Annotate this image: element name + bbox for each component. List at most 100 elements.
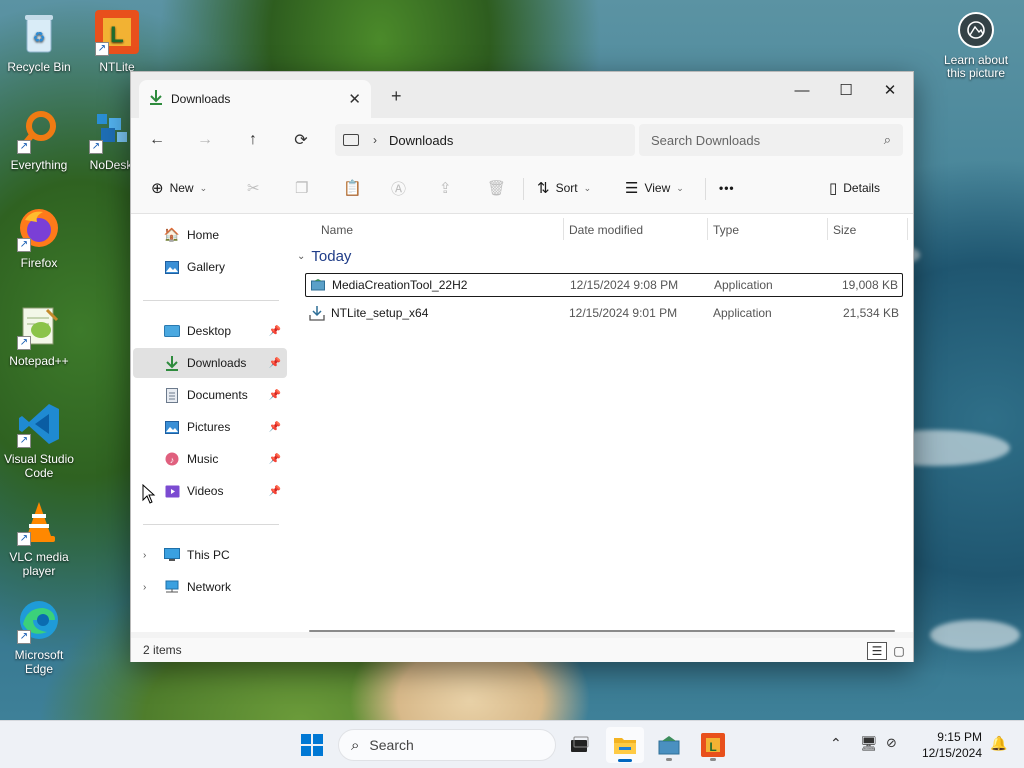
taskbar: ⌕ Search L ⌃ 🖥 ⊘ 9:15 PM 12/15/2024 🔔 <box>0 720 1024 768</box>
sort-button[interactable]: ⇅ Sort ⌄ <box>537 174 591 202</box>
svg-text:♪: ♪ <box>170 455 175 465</box>
view-button[interactable]: ☰ View ⌄ <box>625 174 684 202</box>
sidebar-item-network[interactable]: › Network <box>133 572 287 602</box>
column-divider[interactable] <box>827 218 828 240</box>
sidebar-item-documents[interactable]: Documents 📌 <box>133 380 287 410</box>
sidebar-item-home[interactable]: 🏠 Home <box>133 220 287 250</box>
column-divider[interactable] <box>707 218 708 240</box>
active-indicator <box>618 759 632 762</box>
desktop-icon-vlc[interactable]: ↗ VLC media player <box>0 498 78 578</box>
desktop-icon-label: VLC media player <box>9 550 69 578</box>
wallpaper-wave <box>930 620 1020 650</box>
column-divider[interactable] <box>563 218 564 240</box>
desktop-icon-edge[interactable]: ↗ Microsoft Edge <box>0 596 78 676</box>
delete-button[interactable]: 🗑 <box>487 174 512 202</box>
learn-about-picture[interactable]: Learn about this picture <box>936 12 1016 80</box>
network-status-icon[interactable]: 🖥 <box>860 735 878 752</box>
tiles-view-icon[interactable]: ▢ <box>889 642 909 660</box>
more-options-button[interactable]: ••• <box>719 174 735 202</box>
pin-icon[interactable]: 📌 <box>269 390 281 401</box>
desktop-icon-ntlite[interactable]: L ↗ NTLite <box>78 8 156 74</box>
sidebar-item-label: This PC <box>187 548 230 562</box>
file-type: Application <box>714 278 773 292</box>
sidebar-item-gallery[interactable]: Gallery <box>133 252 287 282</box>
start-button[interactable] <box>293 727 331 763</box>
task-view-button[interactable] <box>560 727 598 763</box>
share-button[interactable]: ⇪ <box>439 174 458 202</box>
desktop-icon-firefox[interactable]: ↗ Firefox <box>0 204 78 270</box>
shortcut-arrow-icon: ↗ <box>17 434 31 448</box>
sidebar-item-downloads[interactable]: Downloads 📌 <box>133 348 287 378</box>
sidebar-item-label: Network <box>187 580 232 594</box>
forward-arrow-icon[interactable]: → <box>193 128 217 152</box>
sidebar-separator <box>143 524 279 525</box>
pin-icon[interactable]: 📌 <box>269 454 281 465</box>
desktop-icon-everything[interactable]: ↗ Everything <box>0 106 78 172</box>
pin-icon[interactable]: 📌 <box>269 486 281 497</box>
system-clock[interactable]: 9:15 PM 12/15/2024 <box>914 729 982 761</box>
column-header-type[interactable]: Type <box>713 218 739 242</box>
rename-button[interactable]: Ⓐ <box>391 174 412 202</box>
taskbar-ntlite[interactable]: L <box>694 727 732 763</box>
close-button[interactable]: ✕ <box>867 76 913 104</box>
view-label: View <box>644 181 671 195</box>
tab-downloads[interactable]: Downloads ✕ <box>139 80 371 118</box>
up-arrow-icon[interactable]: ↑ <box>241 128 265 152</box>
column-header-size[interactable]: Size <box>833 218 856 242</box>
sidebar-item-label: Pictures <box>187 420 231 434</box>
taskbar-media-creation-tool[interactable] <box>650 727 688 763</box>
desktop-icon-recycle-bin[interactable]: ♻ Recycle Bin <box>0 8 78 74</box>
file-type: Application <box>713 306 772 320</box>
notepadpp-icon: ↗ <box>15 302 63 350</box>
copy-button[interactable]: ❐ <box>295 174 314 202</box>
table-row[interactable]: MediaCreationTool_22H2 12/15/2024 9:08 P… <box>305 273 903 297</box>
notification-bell-icon[interactable]: 🔔 <box>990 735 1007 752</box>
taskbar-file-explorer[interactable] <box>606 727 644 763</box>
new-button[interactable]: ⊕ New ⌄ <box>151 174 207 202</box>
breadcrumb-downloads[interactable]: Downloads <box>389 133 453 148</box>
sort-arrows-icon: ⇅ <box>537 180 550 197</box>
sidebar-item-videos[interactable]: Videos 📌 <box>133 476 287 506</box>
chevron-right-icon[interactable]: › <box>143 582 146 593</box>
details-pane-button[interactable]: ▯ Details <box>829 174 880 202</box>
desktop-icon-vscode[interactable]: ↗ Visual Studio Code <box>0 400 78 480</box>
sidebar-item-desktop[interactable]: Desktop 📌 <box>133 316 287 346</box>
svg-text:L: L <box>110 22 123 47</box>
pin-icon[interactable]: 📌 <box>269 358 281 369</box>
shortcut-arrow-icon: ↗ <box>17 140 31 154</box>
details-view-icon[interactable]: ☰ <box>867 642 887 660</box>
chevron-right-icon: › <box>373 133 377 147</box>
group-header-today[interactable]: ⌄ Today <box>297 248 351 265</box>
volume-muted-icon[interactable]: ⊘ <box>886 735 897 751</box>
refresh-icon[interactable]: ⟳ <box>289 128 313 152</box>
share-icon: ⇪ <box>439 180 452 197</box>
search-input[interactable]: Search Downloads ⌕ <box>639 124 903 156</box>
shortcut-arrow-icon: ↗ <box>17 336 31 350</box>
minimize-button[interactable]: — <box>779 76 825 104</box>
sidebar-item-pictures[interactable]: Pictures 📌 <box>133 412 287 442</box>
sidebar-separator <box>143 300 279 301</box>
back-arrow-icon[interactable]: ← <box>145 128 169 152</box>
taskbar-search[interactable]: ⌕ Search <box>338 729 556 761</box>
tab-close-icon[interactable]: ✕ <box>348 90 361 108</box>
chevron-up-icon[interactable]: ⌃ <box>830 735 842 752</box>
address-bar[interactable]: › Downloads <box>335 124 635 156</box>
camera-icon <box>958 12 994 48</box>
column-header-date[interactable]: Date modified <box>569 218 643 242</box>
horizontal-scrollbar[interactable] <box>309 630 895 632</box>
sidebar-item-this-pc[interactable]: › This PC <box>133 540 287 570</box>
maximize-button[interactable]: ☐ <box>823 76 869 104</box>
column-header-name[interactable]: Name <box>321 218 353 242</box>
cut-button[interactable]: ✂ <box>247 174 266 202</box>
chevron-right-icon[interactable]: › <box>143 550 146 561</box>
new-tab-button[interactable]: + <box>391 86 402 107</box>
sidebar-item-label: Home <box>187 228 220 242</box>
table-row[interactable]: NTLite_setup_x64 12/15/2024 9:01 PM Appl… <box>305 301 903 325</box>
paste-button[interactable]: 📋 <box>343 174 368 202</box>
desktop-icon-notepadpp[interactable]: ↗ Notepad++ <box>0 302 78 368</box>
pin-icon[interactable]: 📌 <box>269 422 281 433</box>
column-divider[interactable] <box>907 218 908 240</box>
sidebar-item-music[interactable]: ♪ Music 📌 <box>133 444 287 474</box>
shortcut-arrow-icon: ↗ <box>89 140 103 154</box>
pin-icon[interactable]: 📌 <box>269 326 281 337</box>
